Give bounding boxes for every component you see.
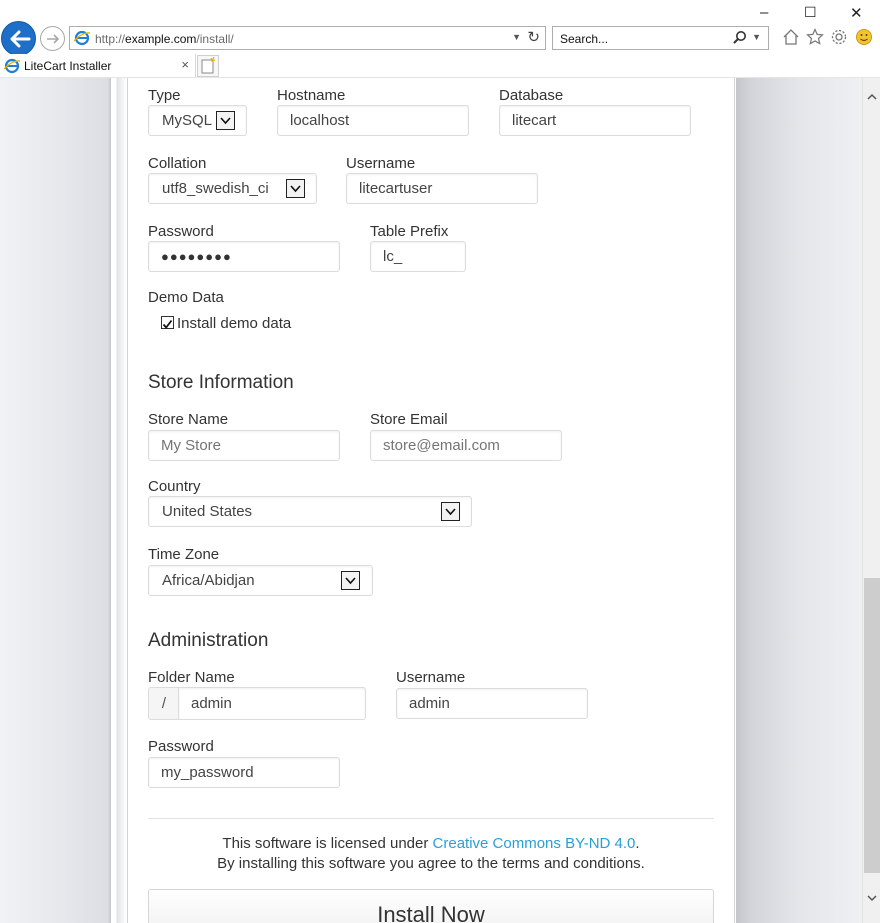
country-select[interactable]: United States	[148, 496, 472, 527]
demo-data-label: Demo Data	[148, 289, 224, 306]
admin-password-input[interactable]: my_password	[148, 757, 340, 788]
browser-chrome: – ☐ ✕ http://example.com/install/ ▼ ↻ Se…	[0, 0, 880, 78]
collation-value: utf8_swedish_ci	[162, 180, 269, 197]
scrollbar-thumb[interactable]	[864, 578, 880, 873]
terms-notice: By installing this software you agree to…	[217, 855, 645, 872]
timezone-label: Time Zone	[148, 546, 220, 563]
chevron-down-icon	[341, 571, 360, 590]
installer-panel: Type MySQL Hostname localhost Database l…	[127, 78, 735, 923]
minimize-button[interactable]: –	[760, 4, 768, 21]
forward-button[interactable]	[40, 26, 65, 51]
hostname-label: Hostname	[277, 87, 346, 104]
refresh-icon[interactable]: ↻	[527, 28, 540, 46]
license-link[interactable]: Creative Commons BY-ND 4.0	[433, 835, 636, 852]
ie-tab-icon	[4, 58, 20, 74]
db-username-input[interactable]: litecartuser	[346, 173, 538, 204]
arrow-left-icon	[10, 30, 31, 48]
search-dropdown-icon[interactable]: ▼	[752, 32, 761, 42]
chevron-down-icon	[441, 502, 460, 521]
license-notice: This software is licensed under Creative…	[128, 835, 734, 852]
page-viewport: Type MySQL Hostname localhost Database l…	[0, 78, 862, 923]
database-label: Database	[499, 87, 564, 104]
db-type-label: Type	[148, 87, 181, 104]
db-password-input[interactable]: ●●●●●●●●	[148, 241, 340, 272]
timezone-select[interactable]: Africa/Abidjan	[148, 565, 373, 596]
hostname-input[interactable]: localhost	[277, 105, 469, 136]
admin-password-label: Password	[148, 738, 214, 755]
url-text: http://example.com/install/	[95, 32, 234, 46]
db-username-label: Username	[346, 155, 416, 172]
admin-username-input[interactable]: admin	[396, 688, 588, 719]
collation-label: Collation	[148, 155, 207, 172]
ie-page-icon	[74, 30, 90, 46]
search-icon[interactable]	[732, 30, 748, 46]
new-tab-button[interactable]	[197, 55, 219, 77]
address-bar[interactable]: http://example.com/install/ ▼ ↻	[69, 26, 546, 50]
favorites-star-icon[interactable]	[806, 28, 824, 46]
address-dropdown-icon[interactable]: ▼	[512, 32, 521, 42]
folder-name-label: Folder Name	[148, 669, 235, 686]
search-box[interactable]: Search... ▼	[552, 26, 769, 50]
home-icon[interactable]	[782, 28, 800, 46]
folder-name-input[interactable]: admin	[178, 687, 366, 720]
license-end: .	[635, 835, 640, 852]
tab-close-button[interactable]: ×	[181, 57, 189, 72]
checkmark-icon	[162, 319, 173, 329]
store-email-input[interactable]	[370, 430, 562, 461]
tab-title: LiteCart Installer	[24, 59, 112, 73]
close-window-button[interactable]: ✕	[850, 4, 863, 22]
folder-prefix-addon: /	[148, 687, 179, 720]
administration-heading: Administration	[148, 630, 269, 651]
database-input[interactable]: litecart	[499, 105, 691, 136]
db-type-value: MySQL	[162, 112, 213, 129]
store-name-input[interactable]	[148, 430, 340, 461]
back-button[interactable]	[1, 21, 36, 56]
table-prefix-label: Table Prefix	[370, 223, 449, 240]
maximize-button[interactable]: ☐	[804, 4, 817, 21]
table-prefix-input[interactable]: lc_	[370, 241, 466, 272]
new-tab-icon	[201, 56, 216, 74]
db-type-select[interactable]: MySQL	[148, 105, 247, 136]
chevron-down-icon	[286, 179, 305, 198]
scroll-up-icon[interactable]	[867, 93, 877, 101]
admin-username-label: Username	[396, 669, 466, 686]
timezone-value: Africa/Abidjan	[162, 572, 255, 589]
country-label: Country	[148, 478, 201, 495]
store-name-label: Store Name	[148, 411, 229, 428]
tab-litecart-installer[interactable]: LiteCart Installer ×	[0, 54, 196, 78]
store-email-label: Store Email	[370, 411, 448, 428]
smiley-feedback-icon[interactable]	[855, 28, 873, 46]
arrow-right-icon	[47, 34, 60, 44]
db-password-label: Password	[148, 223, 214, 240]
install-now-button[interactable]: Install Now	[148, 889, 714, 923]
country-value: United States	[162, 503, 253, 520]
store-info-heading: Store Information	[148, 372, 294, 393]
vertical-scrollbar[interactable]	[862, 78, 880, 923]
search-placeholder: Search...	[560, 32, 609, 46]
demo-data-checkbox-label[interactable]: Install demo data	[177, 315, 291, 332]
chevron-down-icon	[216, 111, 235, 130]
demo-data-checkbox[interactable]	[161, 316, 174, 329]
gear-icon[interactable]	[830, 28, 848, 46]
collation-select[interactable]: utf8_swedish_ci	[148, 173, 317, 204]
scroll-down-icon[interactable]	[867, 894, 877, 902]
footer-divider	[148, 818, 714, 819]
license-text: This software is licensed under	[222, 835, 433, 852]
